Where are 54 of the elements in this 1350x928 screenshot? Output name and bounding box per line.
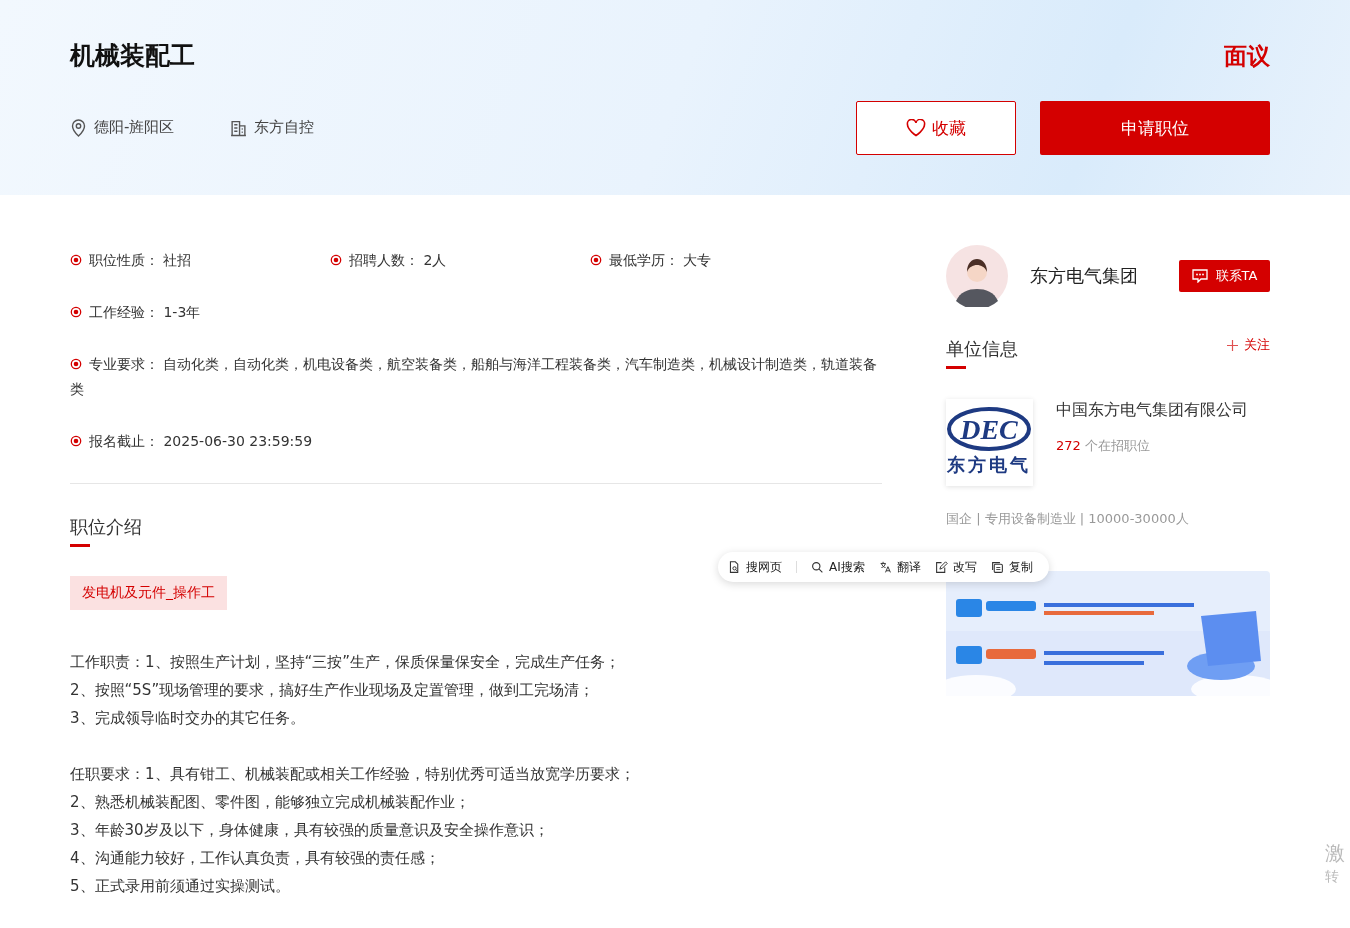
job-title: 机械装配工 xyxy=(70,40,196,72)
contact-button[interactable]: 联系TA xyxy=(1179,260,1270,292)
job-count: 272 个在招职位 xyxy=(1056,437,1151,455)
building-icon xyxy=(230,118,248,137)
bullet-icon xyxy=(70,358,82,370)
company-name[interactable]: 中国东方电气集团有限公司 xyxy=(1056,399,1248,421)
job-attribute: 专业要求： 自动化类，自动化类，机电设备类，航空装备类，船舶与海洋工程装备类，汽车制造类，机械设计制造类，轨道装备类 xyxy=(70,356,878,397)
company-link[interactable]: 东方自控 xyxy=(254,118,315,137)
section-title: 职位介绍 xyxy=(70,515,143,539)
description-text: 4、沟通能力较好，工作认真负责，具有较强的责任感； xyxy=(70,848,441,869)
follow-button[interactable]: 关注 xyxy=(1227,336,1270,354)
favorite-button[interactable]: 收藏 xyxy=(856,101,1016,155)
description-text: 5、正式录用前须通过实操测试。 xyxy=(70,876,291,897)
apply-button[interactable]: 申请职位 xyxy=(1040,101,1270,155)
description-text: 任职要求：1、具有钳工、机械装配或相关工作经验，特别优秀可适当放宽学历要求； xyxy=(70,764,636,785)
edit-icon xyxy=(934,560,948,574)
company-logo: DEC 东方电气 xyxy=(946,399,1033,486)
job-attribute: 最低学历： 大专 xyxy=(590,252,712,268)
heart-icon xyxy=(906,119,926,137)
toolbar-button[interactable]: 翻译 xyxy=(878,558,921,576)
bullet-icon xyxy=(70,254,82,266)
description-text: 2、按照“5S”现场管理的要求，搞好生产作业现场及定置管理，做到工完场清； xyxy=(70,680,596,701)
translate-icon xyxy=(878,560,892,574)
contact-name: 东方电气集团 xyxy=(1030,264,1139,288)
job-attribute: 工作经验： 1-3年 xyxy=(70,304,201,320)
section-title: 单位信息 xyxy=(946,337,1018,361)
toolbar-button[interactable]: AI搜索 xyxy=(811,558,865,576)
bullet-icon xyxy=(70,435,82,447)
location-pin-icon xyxy=(70,118,87,137)
job-attribute: 职位性质： 社招 xyxy=(70,252,192,268)
toolbar-button[interactable]: 复制 xyxy=(990,558,1033,576)
search-icon xyxy=(811,560,824,574)
avatar xyxy=(946,245,1008,307)
plus-icon xyxy=(1227,339,1238,351)
description-text: 3、年龄30岁及以下，身体健康，具有较强的质量意识及安全操作意识； xyxy=(70,820,550,841)
job-attribute: 招聘人数： 2人 xyxy=(330,252,447,268)
watermark-text: 转 xyxy=(1325,867,1340,886)
description-text: 工作职责：1、按照生产计划，坚持“三按”生产，保质保量保安全，完成生产任务； xyxy=(70,652,622,673)
page-search-icon xyxy=(728,560,741,574)
toolbar-button[interactable]: 搜网页 xyxy=(728,558,782,576)
toolbar-button[interactable]: 改写 xyxy=(934,558,977,576)
salary: 面议 xyxy=(1224,42,1270,71)
watermark-text: 激 xyxy=(1325,840,1345,866)
job-tag: 发电机及元件_操作工 xyxy=(70,576,227,610)
chat-icon xyxy=(1191,269,1208,283)
company-details: 国企 | 专用设备制造业 | 10000-30000人 xyxy=(946,510,1190,528)
description-text: 2、熟悉机械装配图、零件图，能够独立完成机械装配作业； xyxy=(70,792,471,813)
bullet-icon xyxy=(330,254,342,266)
description-text: 3、完成领导临时交办的其它任务。 xyxy=(70,708,306,729)
copy-icon xyxy=(990,560,1004,574)
job-attribute: 报名截止： 2025-06-30 23:59:59 xyxy=(70,433,313,449)
bullet-icon xyxy=(590,254,602,266)
job-location: 德阳-旌阳区 xyxy=(94,118,175,137)
bullet-icon xyxy=(70,306,82,318)
